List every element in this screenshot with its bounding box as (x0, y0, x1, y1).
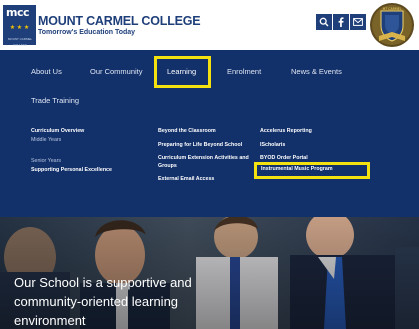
menu-curriculum-overview[interactable]: Curriculum Overview (31, 127, 116, 136)
menu-beyond-the-classroom[interactable]: Beyond the Classroom (158, 127, 248, 136)
logo-mcc-text: mcc (6, 6, 30, 19)
search-icon (319, 17, 329, 27)
logo-stars-icon: ★ ★ ★ (9, 25, 30, 31)
menu-supporting-personal-excellence[interactable]: Supporting Personal Excellence (31, 166, 141, 175)
site-header: mcc ★ ★ ★ MOUNT CARMEL COLLEGE MOUNT CAR… (0, 0, 419, 50)
crest-text: MT CARMEL (383, 7, 402, 11)
hero-banner: Our School is a supportive and community… (0, 217, 419, 329)
college-crest-icon: MT CARMEL (370, 3, 414, 47)
school-tagline: Tomorrow's Education Today (38, 29, 136, 36)
instrumental-music-highlight (254, 162, 370, 179)
mail-icon (353, 18, 363, 26)
nav-trade-training[interactable]: Trade Training (31, 94, 91, 108)
logo-small-text: MOUNT CARMEL COLLEGE (7, 37, 33, 47)
hero-text-line-2: community-oriented learning (14, 294, 179, 309)
menu-ischolaris[interactable]: IScholaris (260, 141, 310, 150)
search-button[interactable] (316, 14, 332, 30)
college-logo[interactable]: mcc ★ ★ ★ MOUNT CARMEL COLLEGE (3, 5, 36, 47)
menu-senior-years[interactable]: Senior Years (31, 157, 91, 166)
facebook-button[interactable] (333, 14, 349, 30)
menu-preparing-for-life[interactable]: Preparing for Life Beyond School (158, 141, 258, 150)
school-name[interactable]: MOUNT CARMEL COLLEGE (38, 14, 201, 28)
nav-news-events[interactable]: News & Events (291, 65, 349, 79)
menu-accelerus-reporting[interactable]: Accelerus Reporting (260, 127, 340, 136)
mail-button[interactable] (350, 14, 366, 30)
facebook-icon (338, 17, 344, 27)
hero-text-line-1: Our School is a supportive and (14, 275, 192, 290)
nav-learning-highlight (154, 56, 211, 88)
nav-our-community[interactable]: Our Community (90, 65, 150, 79)
menu-middle-years[interactable]: Middle Years (31, 136, 91, 145)
menu-curriculum-extension-groups[interactable]: Groups (158, 162, 198, 171)
hero-text-line-3: environment (14, 313, 86, 328)
menu-external-email-access[interactable]: External Email Access (158, 175, 238, 184)
nav-about-us[interactable]: About Us (31, 65, 62, 79)
nav-enrolment[interactable]: Enrolment (227, 65, 265, 79)
